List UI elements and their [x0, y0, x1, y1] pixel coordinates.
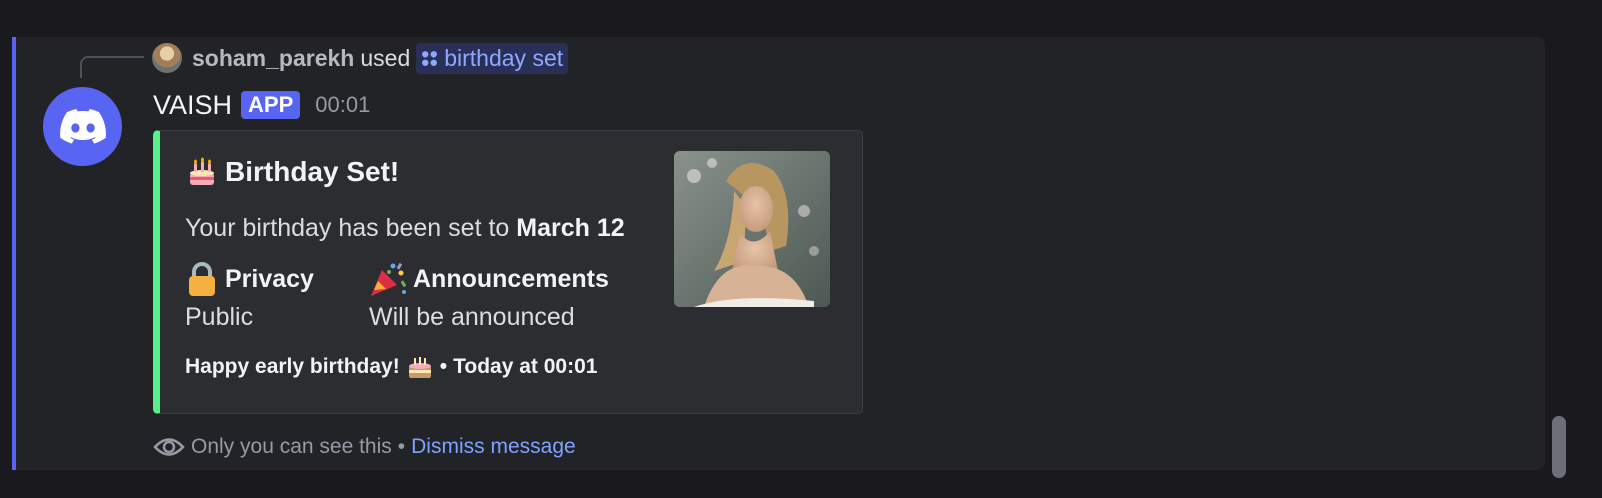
dismiss-message-link[interactable]: Dismiss message	[411, 435, 576, 459]
description-prefix: Your birthday has been set to	[185, 214, 517, 242]
birthday-date: March 12	[516, 214, 625, 242]
birthday-embed: Birthday Set! Your birthday has been set…	[153, 130, 863, 414]
lock-icon	[189, 262, 215, 296]
embed-thumbnail[interactable]	[674, 151, 830, 307]
command-name: birthday set	[444, 44, 564, 71]
embed-description: Your birthday has been set to March 12	[185, 214, 625, 243]
reply-context: soham_parekh used birthday set	[152, 41, 569, 75]
ephemeral-notice: Only you can see this • Dismiss message	[153, 432, 576, 462]
scrollbar-thumb[interactable]	[1552, 416, 1566, 478]
eye-icon	[153, 438, 185, 456]
birthday-cake-icon	[190, 157, 214, 185]
field-privacy-value: Public	[185, 303, 254, 331]
field-announcements-name: Announcements	[369, 259, 609, 299]
discord-logo-icon	[59, 108, 106, 144]
cake-icon	[408, 357, 431, 378]
field-announcements: Announcements Will be announced	[369, 259, 609, 332]
thumbnail-image	[674, 151, 830, 307]
reply-spine	[80, 56, 144, 78]
field-announcements-value: Will be announced	[369, 303, 575, 331]
reply-avatar[interactable]	[152, 43, 182, 73]
field-privacy-name: Privacy	[185, 259, 314, 299]
embed-footer: Happy early birthday! • Today at 00:01	[185, 353, 597, 381]
command-chip[interactable]: birthday set	[416, 42, 569, 74]
bot-username[interactable]: VAISH	[153, 90, 232, 121]
ephemeral-separator: •	[397, 435, 406, 458]
field-privacy: Privacy Public	[185, 259, 314, 332]
app-badge: APP	[241, 91, 301, 119]
embed-title: Birthday Set!	[185, 155, 399, 189]
message-timestamp[interactable]: 00:01	[315, 92, 370, 118]
footer-timestamp: Today at 00:01	[453, 355, 598, 378]
field-announcements-label: Announcements	[413, 264, 609, 293]
ephemeral-notice-text: Only you can see this	[191, 435, 392, 458]
footer-text: Happy early birthday!	[185, 355, 400, 378]
message-header: VAISH APP 00:01	[153, 89, 370, 121]
party-popper-icon	[371, 262, 407, 296]
top-strip	[0, 0, 1602, 37]
reply-username[interactable]: soham_parekh	[192, 45, 354, 72]
field-privacy-label: Privacy	[225, 264, 314, 293]
app-command-icon	[422, 50, 438, 66]
reply-action-text: used	[360, 44, 411, 71]
bot-avatar[interactable]	[43, 87, 122, 166]
embed-title-text: Birthday Set!	[225, 156, 400, 187]
footer-separator: •	[439, 355, 448, 378]
